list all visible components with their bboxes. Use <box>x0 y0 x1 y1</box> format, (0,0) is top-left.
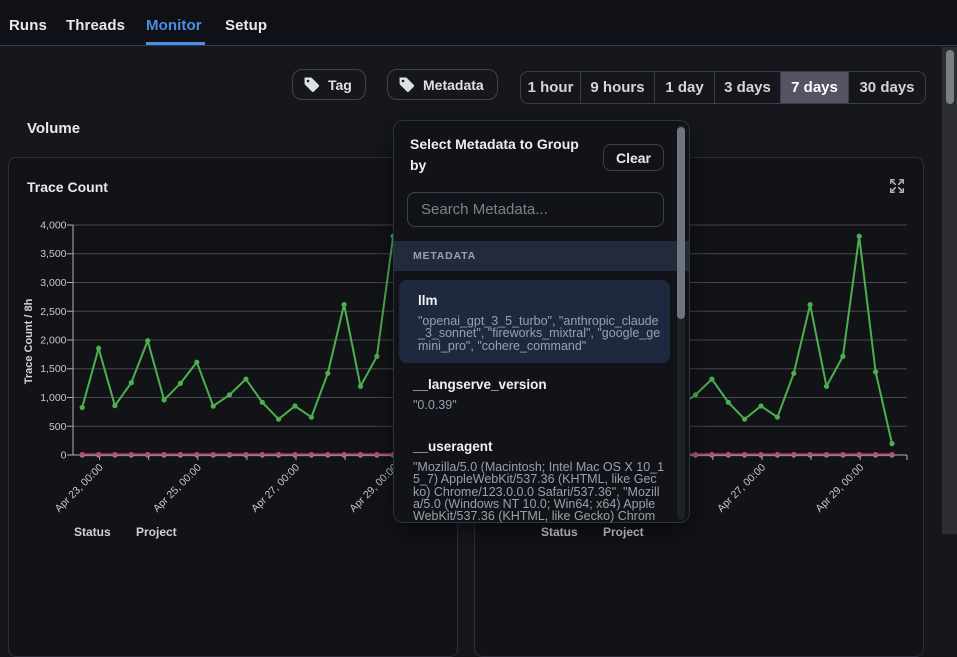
svg-text:2,000: 2,000 <box>40 335 66 347</box>
svg-text:Trace Count / 8h: Trace Count / 8h <box>23 298 35 384</box>
svg-text:500: 500 <box>49 421 67 433</box>
svg-text:Apr 27, 00:00: Apr 27, 00:00 <box>249 462 302 515</box>
svg-text:Apr 29, 00:00: Apr 29, 00:00 <box>813 462 866 515</box>
svg-text:1,500: 1,500 <box>40 363 66 375</box>
svg-text:Apr 25, 00:00: Apr 25, 00:00 <box>151 462 204 515</box>
svg-text:4,000: 4,000 <box>40 220 66 232</box>
svg-text:3,500: 3,500 <box>40 248 66 260</box>
svg-text:1,000: 1,000 <box>40 392 66 404</box>
svg-text:Apr 23, 00:00: Apr 23, 00:00 <box>53 462 106 515</box>
svg-text:0: 0 <box>61 450 67 462</box>
svg-text:2,500: 2,500 <box>40 306 66 318</box>
svg-text:3,000: 3,000 <box>40 277 66 289</box>
svg-text:Apr 27, 00:00: Apr 27, 00:00 <box>715 462 768 515</box>
